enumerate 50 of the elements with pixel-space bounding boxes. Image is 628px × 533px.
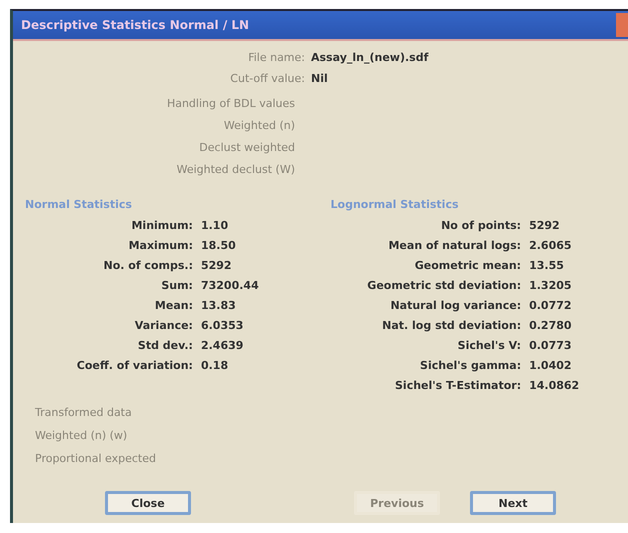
- stat-value: 73200.44: [200, 279, 259, 292]
- stat-value: 1.3205: [529, 279, 573, 292]
- group-title: Normal Statistics: [25, 198, 132, 211]
- option-label: Handling of BDL values: [166, 97, 295, 110]
- option-label: Weighted declust (W): [176, 163, 295, 176]
- stat-label: Sichel's T-Estimator:: [394, 379, 522, 392]
- stat-label: Coeff. of variation:: [76, 359, 193, 372]
- stat-label: Mean:: [154, 299, 193, 312]
- stat-value: 5292: [200, 259, 233, 272]
- field-value: Nil: [311, 72, 329, 85]
- stat-value: 0.0772: [529, 299, 573, 312]
- option-label: Transformed data: [35, 406, 132, 419]
- field-label: File name:: [247, 51, 305, 64]
- stat-label: No. of comps.:: [102, 259, 193, 272]
- stat-label: Variance:: [134, 319, 193, 332]
- stat-value: 13.83: [200, 299, 237, 312]
- stat-label: Minimum:: [130, 219, 193, 232]
- group-title: Lognormal Statistics: [330, 198, 459, 211]
- stat-label: Natural log variance:: [389, 299, 522, 312]
- stat-label: Mean of natural logs:: [387, 239, 522, 252]
- stat-value: 2.6065: [529, 239, 573, 252]
- nav-button[interactable]: Next: [470, 491, 556, 515]
- option-label: Weighted (n) (w): [35, 429, 128, 442]
- stat-label: Sichel's gamma:: [419, 359, 522, 372]
- stat-value: 5292: [529, 219, 561, 232]
- field-value: Assay_ln_(new).sdf: [311, 51, 430, 64]
- stat-value: 18.50: [200, 239, 237, 252]
- stat-value: 14.0862: [529, 379, 580, 392]
- stat-value: 1.10: [200, 219, 230, 232]
- stat-value: 1.0402: [529, 359, 573, 372]
- stat-value: 13.55: [529, 259, 565, 272]
- close-button[interactable]: Close: [105, 491, 191, 515]
- option-label: Proportional expected: [35, 452, 156, 465]
- stat-label: Std dev.:: [136, 339, 193, 352]
- window-title: Descriptive Statistics Normal / LN: [21, 18, 250, 32]
- stat-value: 2.4639: [200, 339, 244, 352]
- stat-value: 6.0353: [200, 319, 244, 332]
- field-label: Cut-off value:: [229, 72, 305, 85]
- stat-label: No of points:: [440, 219, 522, 232]
- stat-label: Geometric mean:: [414, 259, 522, 272]
- stat-label: Geometric std deviation:: [367, 279, 522, 292]
- option-label: Weighted (n): [224, 119, 295, 132]
- stat-label: Sichel's V:: [456, 339, 522, 352]
- stat-value: 0.2780: [529, 319, 573, 332]
- stat-label: Sum:: [160, 279, 193, 292]
- option-label: Declust weighted: [199, 141, 295, 154]
- stat-label: Nat. log std deviation:: [381, 319, 522, 332]
- stat-value: 0.0773: [529, 339, 573, 352]
- stat-label: Maximum:: [128, 239, 193, 252]
- stat-value: 0.18: [200, 359, 230, 372]
